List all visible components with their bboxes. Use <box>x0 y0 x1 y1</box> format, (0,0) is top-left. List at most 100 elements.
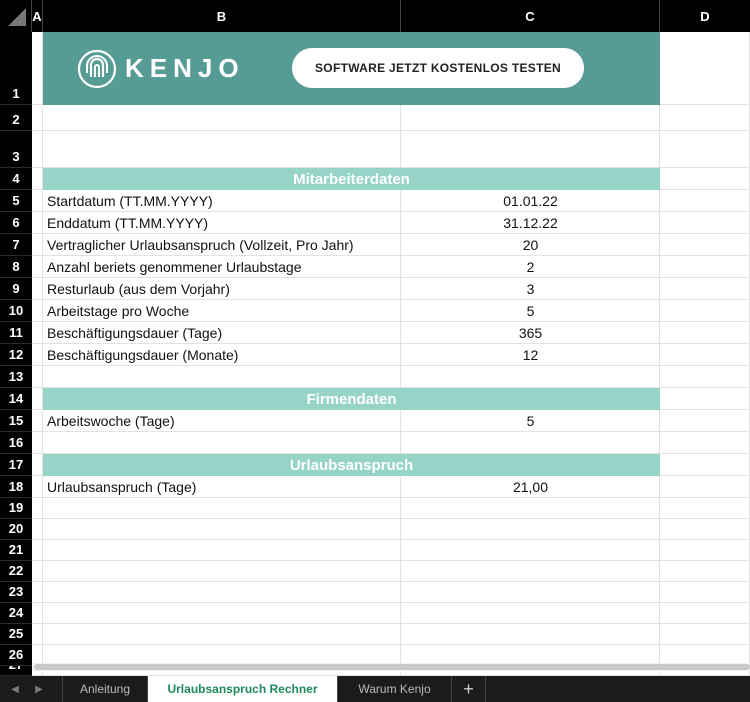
employee-label[interactable]: Startdatum (TT.MM.YYYY) <box>47 190 213 212</box>
row-header[interactable]: 11 <box>0 322 32 344</box>
sheet-cell[interactable] <box>660 344 750 366</box>
try-free-button[interactable]: SOFTWARE JETZT KOSTENLOS TESTEN <box>292 48 584 88</box>
row-header[interactable]: 26 <box>0 645 32 666</box>
employee-value[interactable]: 5 <box>401 300 660 322</box>
employee-label[interactable]: Resturlaub (aus dem Vorjahr) <box>47 278 230 300</box>
sheet-cell[interactable] <box>660 234 750 256</box>
row-header[interactable]: 19 <box>0 498 32 519</box>
sheet-cell[interactable] <box>32 344 43 366</box>
employee-label[interactable]: Arbeitstage pro Woche <box>47 300 189 322</box>
sheet-cell[interactable] <box>660 278 750 300</box>
sheet-cell[interactable] <box>43 131 401 168</box>
sheet-cell[interactable] <box>32 410 43 432</box>
row-header[interactable]: 7 <box>0 234 32 256</box>
column-header-c[interactable]: C <box>401 0 660 32</box>
row-header[interactable]: 18 <box>0 476 32 498</box>
row-header[interactable]: 17 <box>0 454 32 476</box>
add-sheet-button[interactable]: + <box>452 676 486 702</box>
row-header[interactable]: 20 <box>0 519 32 540</box>
row-header[interactable]: 22 <box>0 561 32 582</box>
sheet-cell[interactable] <box>43 540 401 561</box>
employee-value[interactable]: 12 <box>401 344 660 366</box>
row-header[interactable]: 14 <box>0 388 32 410</box>
sheet-cell[interactable] <box>32 32 43 105</box>
sheet-cell[interactable] <box>32 131 43 168</box>
sheet-cell[interactable] <box>32 432 43 454</box>
sheet-cell[interactable] <box>660 432 750 454</box>
row-header[interactable]: 15 <box>0 410 32 432</box>
sheet-cell[interactable] <box>401 561 660 582</box>
sheet-tab-rechner[interactable]: Urlaubsanspruch Rechner <box>148 676 338 702</box>
sheet-cell[interactable] <box>660 582 750 603</box>
sheet-cell[interactable] <box>43 561 401 582</box>
sheet-cell[interactable] <box>401 432 660 454</box>
sheet-cell[interactable] <box>43 366 401 388</box>
sheet-cell[interactable] <box>401 603 660 624</box>
sheet-cell[interactable] <box>401 519 660 540</box>
sheet-cell[interactable] <box>660 105 750 131</box>
row-header[interactable]: 6 <box>0 212 32 234</box>
select-all-corner[interactable] <box>0 0 32 32</box>
column-header-d[interactable]: D <box>660 0 750 32</box>
sheet-cell[interactable] <box>32 476 43 498</box>
sheet-cell[interactable] <box>32 300 43 322</box>
sheet-cell[interactable] <box>660 410 750 432</box>
sheet-tab-warum-kenjo[interactable]: Warum Kenjo <box>338 676 452 702</box>
row-header[interactable]: 24 <box>0 603 32 624</box>
sheet-cell[interactable] <box>43 603 401 624</box>
column-header-a[interactable]: A <box>32 0 43 32</box>
row-header[interactable]: 8 <box>0 256 32 278</box>
row-header[interactable]: 2 <box>0 105 32 131</box>
sheet-cell[interactable] <box>32 322 43 344</box>
employee-value[interactable]: 20 <box>401 234 660 256</box>
sheet-cell[interactable] <box>32 234 43 256</box>
sheet-cell[interactable] <box>32 190 43 212</box>
sheet-cell[interactable] <box>660 603 750 624</box>
row-header[interactable]: 10 <box>0 300 32 322</box>
company-value[interactable]: 5 <box>401 410 660 432</box>
sheet-cell[interactable] <box>660 624 750 645</box>
sheet-cell[interactable] <box>32 105 43 131</box>
sheet-cell[interactable] <box>43 432 401 454</box>
employee-value[interactable]: 3 <box>401 278 660 300</box>
sheet-cell[interactable] <box>660 388 750 410</box>
employee-label[interactable]: Enddatum (TT.MM.YYYY) <box>47 212 208 234</box>
sheet-cell[interactable] <box>32 561 43 582</box>
employee-value[interactable]: 01.01.22 <box>401 190 660 212</box>
sheet-cell[interactable] <box>32 168 43 190</box>
column-header-b[interactable]: B <box>43 0 401 32</box>
sheet-cell[interactable] <box>660 476 750 498</box>
sheet-cell[interactable] <box>43 519 401 540</box>
sheet-cell[interactable] <box>660 300 750 322</box>
sheet-cell[interactable] <box>32 498 43 519</box>
sheet-cell[interactable] <box>660 519 750 540</box>
row-header[interactable]: 23 <box>0 582 32 603</box>
sheet-cell[interactable] <box>32 256 43 278</box>
entitlement-label[interactable]: Urlaubsanspruch (Tage) <box>47 476 196 498</box>
row-header[interactable]: 25 <box>0 624 32 645</box>
sheet-cell[interactable] <box>32 278 43 300</box>
sheet-cell[interactable] <box>43 624 401 645</box>
sheet-cell[interactable] <box>401 131 660 168</box>
employee-value[interactable]: 365 <box>401 322 660 344</box>
employee-label[interactable]: Beschäftigungsdauer (Tage) <box>47 322 222 344</box>
sheet-cell[interactable] <box>660 561 750 582</box>
sheet-cell[interactable] <box>32 603 43 624</box>
sheet-cell[interactable] <box>660 190 750 212</box>
row-header[interactable]: 4 <box>0 168 32 190</box>
employee-value[interactable]: 31.12.22 <box>401 212 660 234</box>
employee-label[interactable]: Anzahl beriets genommener Urlaubstage <box>47 256 301 278</box>
row-header[interactable]: 21 <box>0 540 32 561</box>
sheet-cell[interactable] <box>401 498 660 519</box>
horizontal-scrollbar[interactable] <box>32 663 750 671</box>
sheet-cell[interactable] <box>32 624 43 645</box>
company-label[interactable]: Arbeitswoche (Tage) <box>47 410 175 432</box>
sheet-cell[interactable] <box>32 454 43 476</box>
sheet-cell[interactable] <box>660 168 750 190</box>
sheet-cell[interactable] <box>32 366 43 388</box>
entitlement-value[interactable]: 21,00 <box>401 476 660 498</box>
sheet-cell[interactable] <box>660 454 750 476</box>
sheet-cell[interactable] <box>660 256 750 278</box>
sheet-cell[interactable] <box>401 105 660 131</box>
sheet-cell[interactable] <box>401 366 660 388</box>
